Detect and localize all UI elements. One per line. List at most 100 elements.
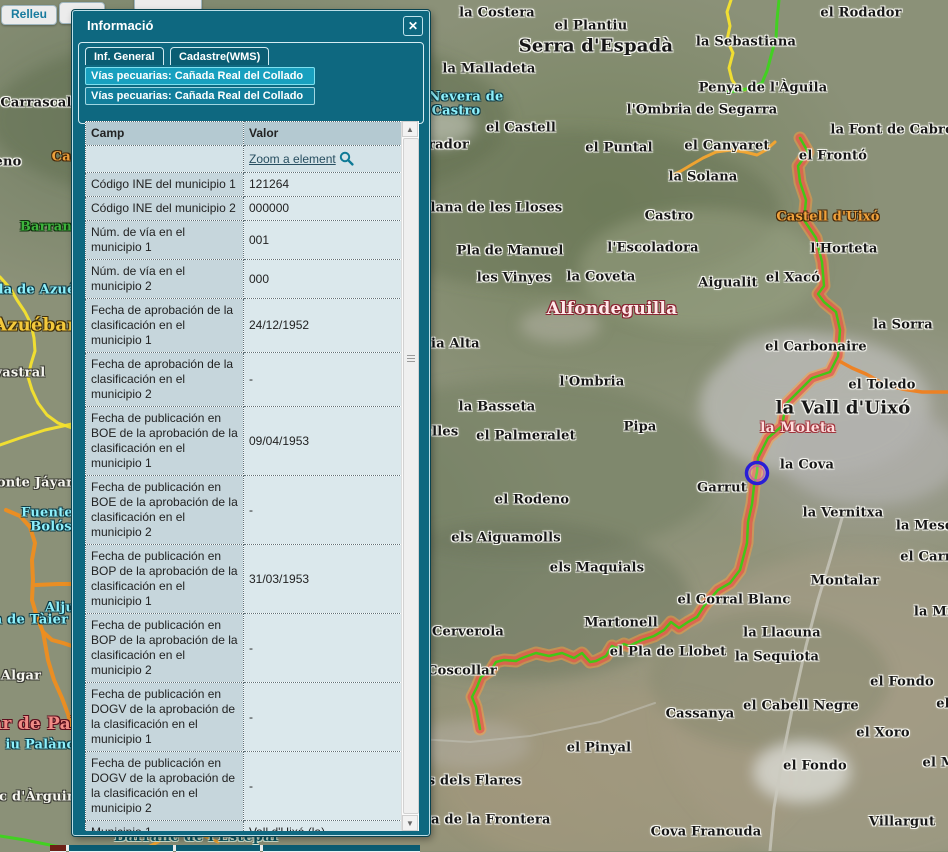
- zoom-to-element-row: Zoom a element: [86, 146, 402, 173]
- field-name-cell: Fecha de publicación en BOP de la aproba…: [86, 545, 244, 614]
- map-label: bla de Azuél: [0, 283, 81, 298]
- layer-tab-vias-pecuarias-active[interactable]: Vías pecuarias: Cañada Real del Collado: [85, 67, 315, 85]
- scroll-up-icon[interactable]: ▲: [402, 121, 418, 137]
- field-name-cell: Fecha de aprobación de la clasificación …: [86, 299, 244, 353]
- map-label: l'Ombria: [560, 375, 625, 390]
- column-header-valor: Valor: [244, 122, 402, 146]
- map-label: la Cova: [780, 458, 834, 473]
- field-value-cell: 09/04/1953: [244, 407, 402, 476]
- field-value-cell: 000: [244, 260, 402, 299]
- map-label: la Sequiota: [735, 650, 819, 665]
- dialog-titlebar[interactable]: Informació ✕: [73, 11, 429, 41]
- info-dialog: Informació ✕ Inf. General Cadastre(WMS) …: [72, 10, 430, 836]
- map-label: la Solana: [669, 170, 738, 185]
- map-label: el Xacó: [766, 271, 820, 286]
- map-label: nc d'Àrguin: [0, 790, 77, 805]
- map-label: el Palmeralet: [476, 429, 576, 444]
- field-name-cell: Código INE del municipio 2: [86, 197, 244, 221]
- map-label: el Carr: [900, 550, 948, 565]
- map-label: Carrascal: [0, 96, 71, 111]
- field-name-cell: [86, 146, 244, 173]
- field-value-cell: 121264: [244, 173, 402, 197]
- field-name-cell: Núm. de vía en el municipio 2: [86, 260, 244, 299]
- scroll-grip: [407, 355, 415, 362]
- map-label: el Pla de Llobet: [610, 645, 727, 660]
- map-label: iu Palànc: [5, 738, 74, 753]
- field-name-cell: Fecha de publicación en BOE de la aproba…: [86, 476, 244, 545]
- map-label: Aigualit: [698, 276, 757, 291]
- map-label: Bolós: [30, 520, 72, 535]
- map-label: la Moleta: [760, 420, 836, 436]
- field-name-cell: Municipio 1: [86, 821, 244, 832]
- scroll-down-icon[interactable]: ▼: [402, 815, 418, 831]
- map-label: les Vinyes: [477, 271, 551, 286]
- map-label: el Puntal: [585, 141, 653, 156]
- map-label: oia Alta: [422, 337, 480, 352]
- close-icon[interactable]: ✕: [403, 16, 423, 36]
- relleu-button[interactable]: Relleu: [1, 5, 57, 25]
- map-label: el Rodeno: [495, 493, 570, 508]
- field-name-cell: Fecha de publicación en DOGV de la aprob…: [86, 683, 244, 752]
- map-label: la Costera: [459, 6, 535, 21]
- map-label: vastral: [0, 366, 45, 381]
- map-label: Montalar: [811, 574, 880, 589]
- layer-tab-vias-pecuarias[interactable]: Vías pecuarias: Cañada Real del Collado: [85, 87, 315, 105]
- field-name-cell: Código INE del municipio 1: [86, 173, 244, 197]
- map-label: el Cabell Negre: [743, 699, 859, 714]
- attribute-table-container: Camp Valor Zoom a element Código INE del…: [85, 121, 419, 831]
- map-label: el Canyaret: [684, 139, 769, 154]
- map-label: Cassanya: [666, 707, 735, 722]
- field-name-cell: Fecha de aprobación de la clasificación …: [86, 353, 244, 407]
- map-label: Garrut: [697, 481, 747, 496]
- map-label: la Sorra: [873, 318, 933, 333]
- field-value-cell: -: [244, 683, 402, 752]
- table-row: Núm. de vía en el municipio 2000: [86, 260, 402, 299]
- magnifier-icon: [339, 151, 354, 166]
- zoom-to-element-link[interactable]: Zoom a element: [249, 152, 336, 166]
- map-label: la Vall d'Uixó: [776, 398, 911, 419]
- field-value-cell: -: [244, 353, 402, 407]
- table-row: Núm. de vía en el municipio 1001: [86, 221, 402, 260]
- field-name-cell: Fecha de publicación en BOE de la aproba…: [86, 407, 244, 476]
- field-value-cell: Vall d'Uixó (la): [244, 821, 402, 832]
- map-label: Fuente: [21, 506, 73, 521]
- map-label: la Mi: [914, 605, 948, 620]
- map-label: a de Tàier: [0, 613, 68, 628]
- map-label: el Xoro: [856, 726, 909, 741]
- map-label: Azuébar: [0, 315, 77, 336]
- table-row: Código INE del municipio 2000000: [86, 197, 402, 221]
- tab-inf-general[interactable]: Inf. General: [85, 47, 164, 65]
- map-label: el: [936, 697, 948, 712]
- map-label: Nevera de: [429, 90, 504, 105]
- scroll-thumb[interactable]: [403, 138, 419, 814]
- table-row: Fecha de publicación en BOE de la aproba…: [86, 476, 402, 545]
- field-value-cell: 001: [244, 221, 402, 260]
- tab-cadastre-wms[interactable]: Cadastre(WMS): [170, 47, 269, 65]
- table-scrollbar[interactable]: ▲ ▼: [401, 121, 419, 831]
- column-header-camp: Camp: [86, 122, 244, 146]
- map-label: la Llacuna: [743, 626, 821, 641]
- field-value-cell: 000000: [244, 197, 402, 221]
- zoom-to-element-cell: Zoom a element: [244, 146, 402, 173]
- table-row: Municipio 1Vall d'Uixó (la): [86, 821, 402, 832]
- map-label: el Corral Blanc: [677, 593, 790, 608]
- dialog-title: Informació: [87, 18, 153, 33]
- field-value-cell: -: [244, 476, 402, 545]
- map-label: Martonell: [584, 616, 658, 631]
- map-label: Cova Francuda: [651, 825, 762, 840]
- map-label: Castro: [645, 209, 694, 224]
- map-label: Villargut: [869, 815, 935, 830]
- map-label: la Mesq: [896, 519, 948, 534]
- map-label: l'Horteta: [810, 242, 877, 257]
- table-row: Fecha de publicación en DOGV de la aprob…: [86, 683, 402, 752]
- bottom-toolbar[interactable]: [50, 845, 420, 851]
- map-label: el Fondo: [783, 759, 847, 774]
- map-label: Castro: [432, 104, 481, 119]
- map-label: rs dels Flares: [421, 774, 522, 789]
- map-label: el Frontó: [799, 149, 867, 164]
- table-row: Fecha de publicación en BOE de la aproba…: [86, 407, 402, 476]
- field-value-cell: 24/12/1952: [244, 299, 402, 353]
- map-label: els Maquials: [550, 561, 644, 576]
- map-label: Serra d'Espadà: [519, 36, 674, 57]
- map-label: eno: [0, 155, 22, 170]
